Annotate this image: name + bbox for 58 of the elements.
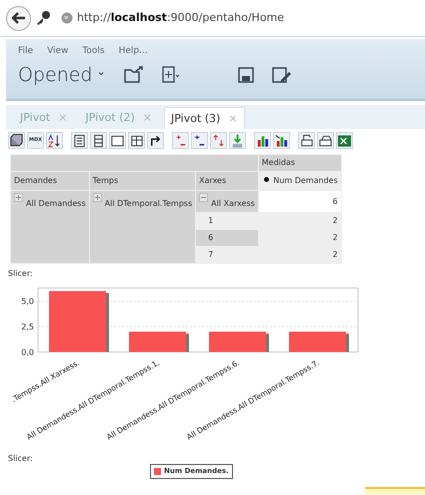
spreadsheet-icon[interactable] (336, 132, 353, 149)
value-cell: 2 (258, 230, 342, 246)
slicer-label: Slicer: (7, 453, 34, 464)
back-arrow-icon[interactable] (12, 12, 26, 24)
layout-icon[interactable] (90, 132, 107, 149)
menu-item[interactable]: View (47, 45, 68, 58)
bar-chart-icon[interactable] (273, 132, 290, 149)
cube-icon[interactable] (8, 132, 25, 149)
row-header: 7 (208, 250, 214, 259)
y-tick-label: 2,5 (21, 322, 34, 332)
row-header: All Demandess (26, 199, 86, 208)
url-text[interactable]: http://localhost:9000/pentaho/Home (77, 10, 284, 26)
printer-icon[interactable] (298, 132, 315, 149)
bar (129, 332, 189, 352)
download-icon[interactable] (229, 132, 246, 149)
drill-icon[interactable] (210, 132, 227, 149)
bar (209, 332, 269, 352)
column-header: Temps (89, 172, 196, 190)
row-header: 1 (208, 216, 214, 225)
column-header: Xarxes (196, 172, 258, 190)
menu-item[interactable]: Help... (118, 45, 148, 58)
slicer-label: Slicer: (7, 268, 34, 279)
y-tick-label: 0,0 (21, 348, 34, 357)
row-header: All DTemporal.Tempss (104, 199, 192, 208)
sort-dot-icon[interactable] (262, 175, 271, 184)
column-header: Num Demandes (273, 176, 338, 185)
swap-icon[interactable] (147, 132, 164, 149)
value-cell: 2 (258, 212, 342, 230)
row-header: All Xarxess (211, 199, 255, 208)
expand-icon[interactable] (14, 193, 23, 202)
globe-icon (61, 12, 73, 24)
column-header: Medidas (258, 154, 342, 172)
save-as-icon[interactable] (272, 66, 292, 83)
notification-bar (365, 487, 425, 495)
window-icon[interactable] (109, 132, 126, 149)
printer-icon[interactable] (317, 132, 334, 149)
back-button[interactable] (6, 6, 31, 30)
save-icon[interactable] (238, 66, 254, 83)
new-file-icon[interactable] (162, 66, 180, 84)
bar (289, 332, 349, 352)
layout-icon[interactable] (71, 132, 88, 149)
value-cell: 6 (258, 190, 342, 212)
bar-chart-icon[interactable] (254, 132, 271, 149)
menu-item[interactable]: Tools (82, 45, 105, 58)
collapse-icon[interactable] (191, 132, 208, 149)
grid-icon[interactable] (128, 132, 145, 149)
column-header: Demandes (10, 172, 90, 190)
tab[interactable]: JPivot (3) × (164, 107, 245, 129)
sort-icon[interactable] (46, 132, 63, 149)
folder-icon[interactable] (124, 66, 144, 84)
caret-icon: ⌄ (96, 64, 106, 80)
y-tick-label: 5,0 (21, 297, 34, 306)
key-icon (35, 10, 51, 26)
value-cell: 2 (258, 246, 342, 264)
row-header: 6 (208, 233, 214, 242)
menu-item[interactable]: File (18, 45, 34, 58)
expand-icon[interactable] (92, 193, 102, 202)
perspective-dropdown[interactable]: Opened ⌄ (18, 60, 106, 89)
